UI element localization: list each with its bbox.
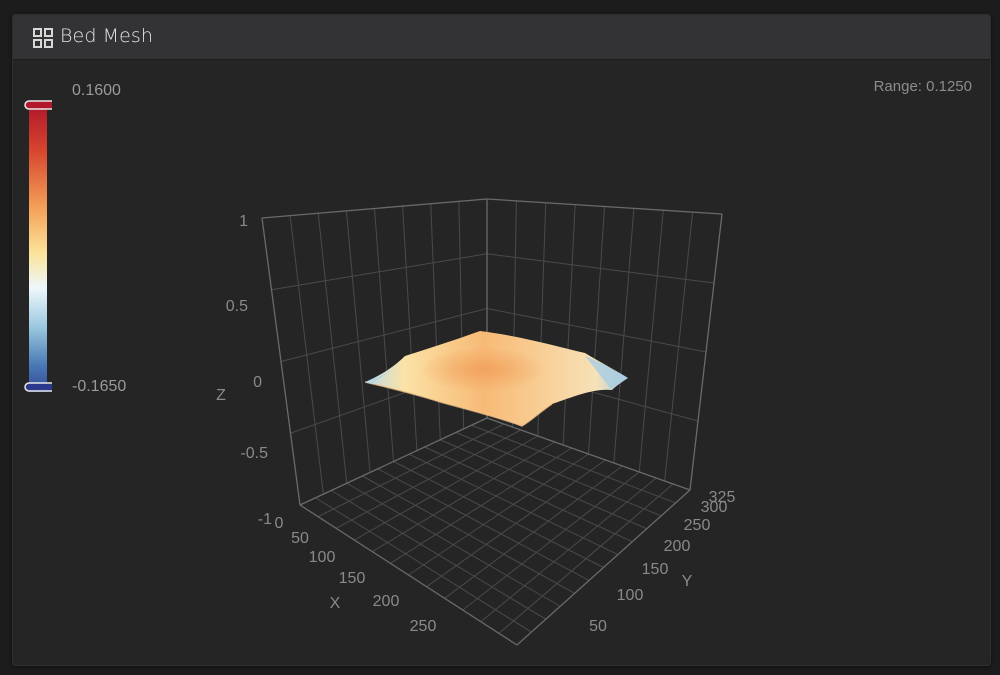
mesh-surface[interactable]	[364, 331, 628, 427]
x-tick-label: 0	[275, 515, 284, 532]
z-tick-label: 0.5	[226, 298, 248, 315]
x-tick-label: 50	[291, 530, 309, 547]
y-tick-label: 250	[684, 517, 711, 534]
z-tick-label: -0.5	[240, 445, 268, 462]
y-tick-label: 100	[617, 587, 644, 604]
y-tick-label: 150	[642, 561, 669, 578]
x-axis-line	[299, 504, 518, 646]
x-tick-label: 250	[410, 618, 437, 635]
mesh-3d-plot[interactable]: 10.50-0.5-1Z050100150200250X501001502002…	[0, 0, 1000, 675]
y-tick-label: 200	[664, 538, 691, 555]
x-axis-title: X	[330, 595, 341, 612]
z-tick-label: 0	[253, 374, 262, 391]
y-axis-title: Y	[682, 573, 693, 590]
y-tick-label: 325	[709, 489, 736, 506]
z-axis-title: Z	[216, 387, 226, 404]
x-tick-label: 100	[309, 549, 336, 566]
x-tick-label: 150	[339, 570, 366, 587]
z-tick-label: -1	[258, 511, 272, 528]
z-tick-label: 1	[239, 213, 248, 230]
x-tick-label: 200	[373, 593, 400, 610]
y-tick-label: 50	[589, 618, 607, 635]
